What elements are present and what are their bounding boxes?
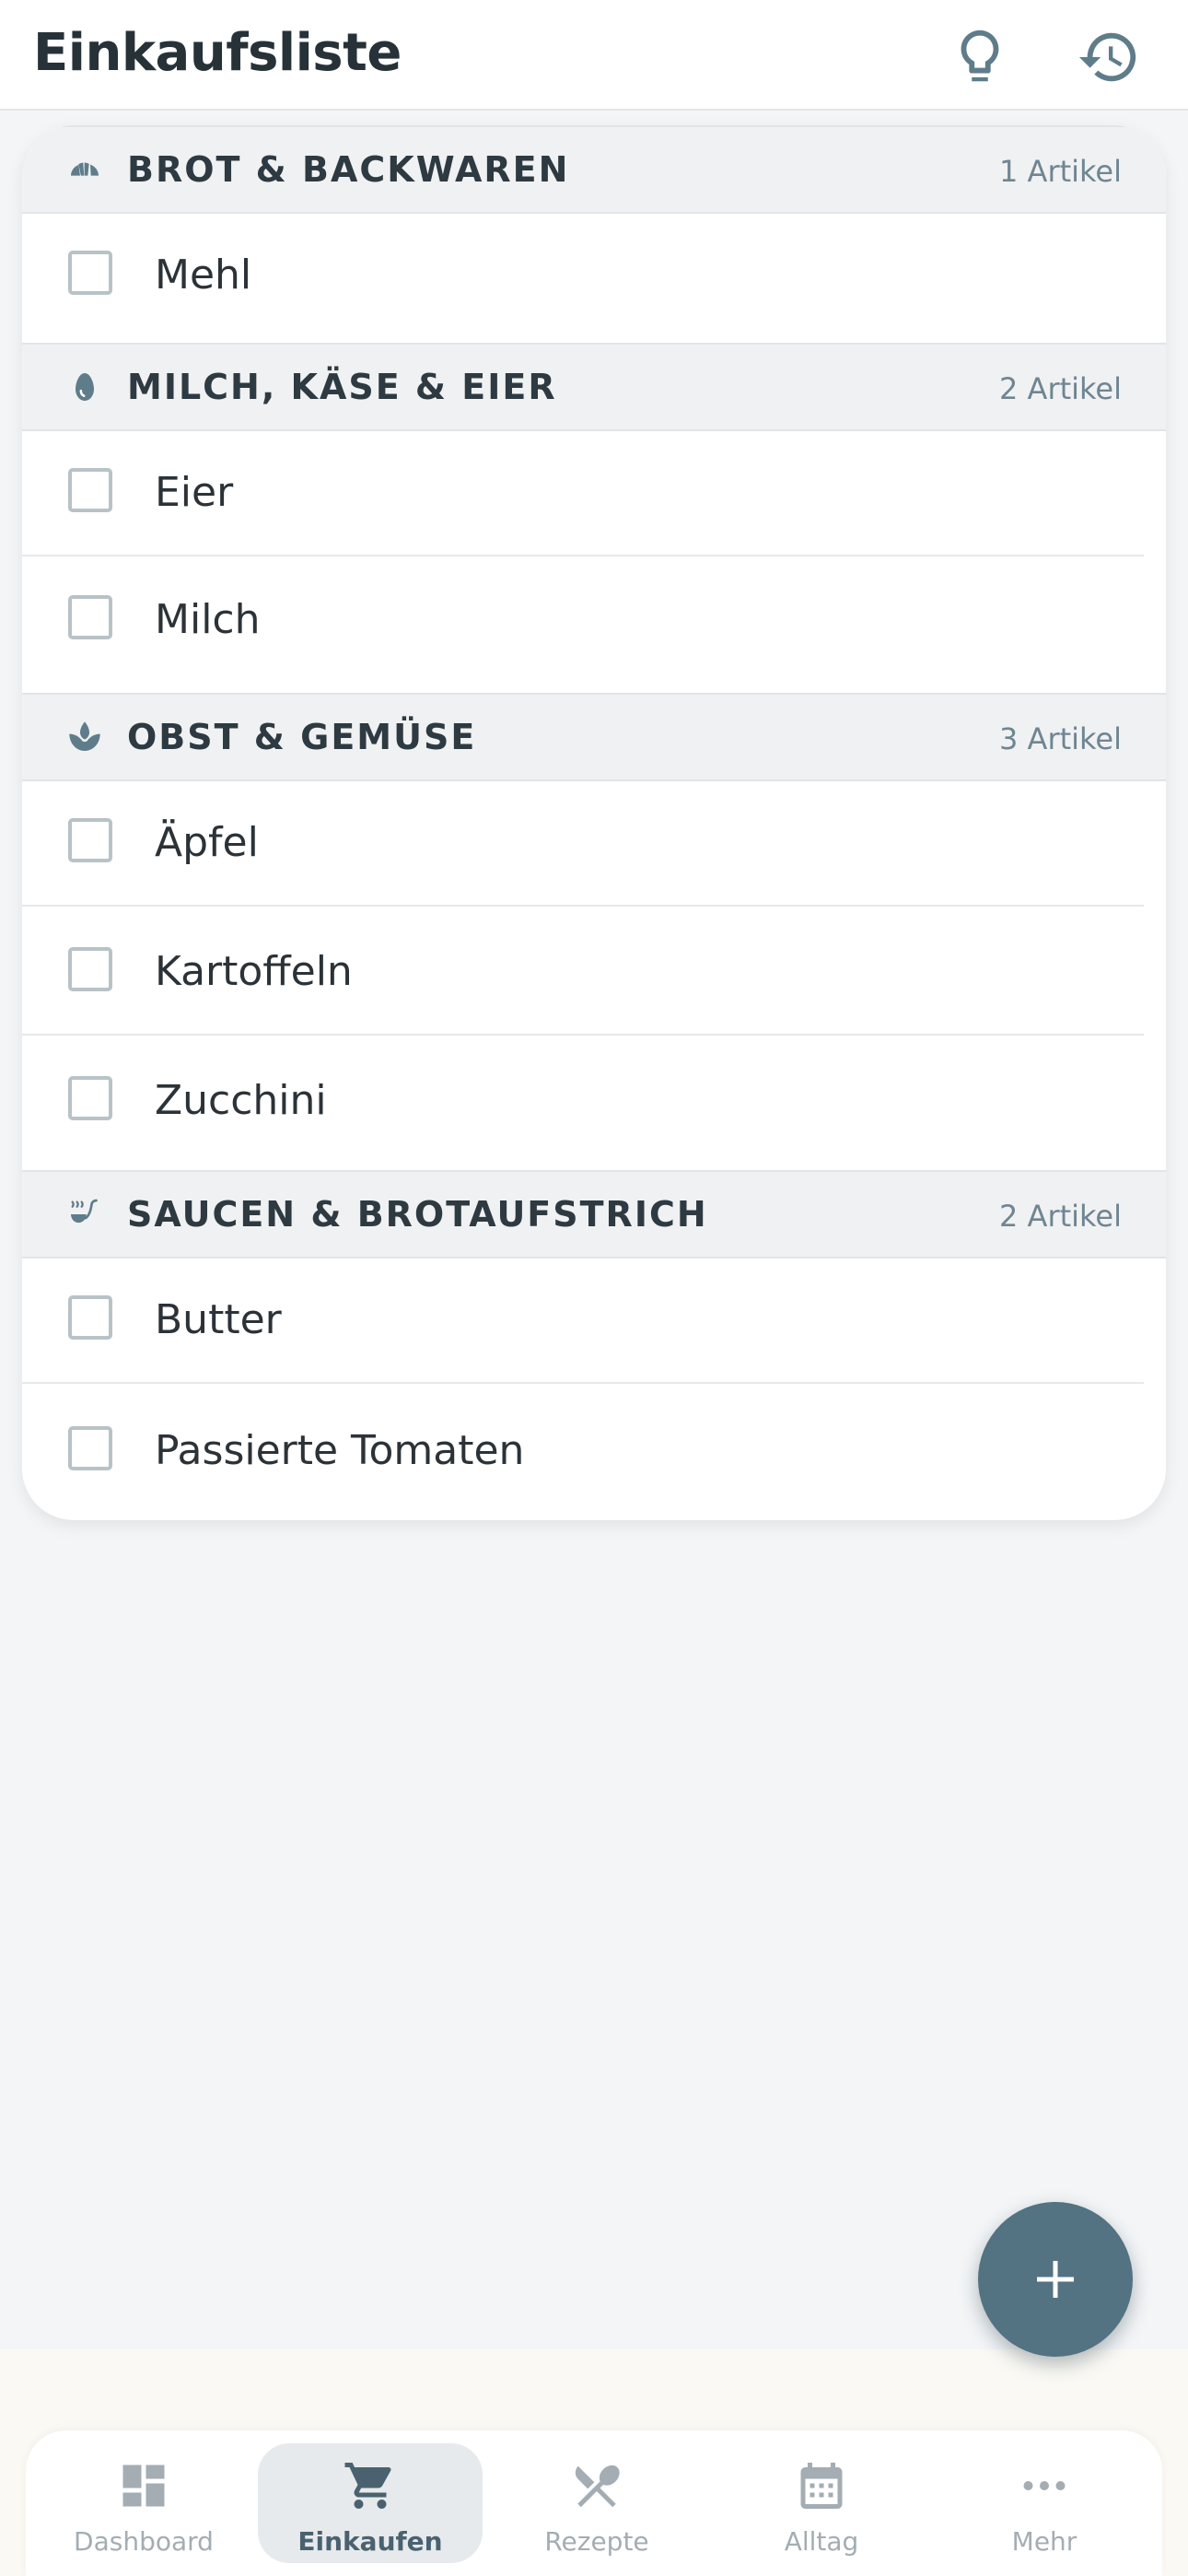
list-item[interactable]: Zucchini: [22, 1037, 1144, 1165]
page-title: Einkaufsliste: [33, 23, 402, 83]
item-checkbox[interactable]: [68, 947, 112, 991]
divider: [22, 1034, 1144, 1036]
item-label: Butter: [155, 1296, 282, 1343]
category-title: MILCH, KÄSE & EIER: [127, 367, 557, 407]
list-item[interactable]: Milch: [22, 556, 1144, 684]
category-count: 2 Artikel: [999, 371, 1122, 406]
nav-item-alltag[interactable]: Alltag: [709, 2443, 934, 2563]
history-icon: [1078, 32, 1136, 82]
list-item[interactable]: Butter: [22, 1257, 1144, 1384]
nav-label: Alltag: [784, 2526, 859, 2557]
list-item[interactable]: Kartoffeln: [22, 908, 1144, 1036]
bread-icon: [71, 162, 99, 176]
egg-icon: [76, 373, 94, 401]
plus-icon: [1037, 2261, 1074, 2298]
item-label: Eier: [155, 469, 234, 516]
nav-label: Rezepte: [544, 2526, 649, 2557]
item-checkbox[interactable]: [68, 1426, 112, 1470]
item-checkbox[interactable]: [68, 1076, 112, 1120]
category-title: BROT & BACKWAREN: [127, 149, 570, 190]
category-header-milch: MILCH, KÄSE & EIER 2 Artikel: [22, 343, 1166, 431]
category-title: SAUCEN & BROTAUFSTRICH: [127, 1194, 708, 1235]
more-icon: [1023, 2481, 1066, 2490]
nav-item-mehr[interactable]: Mehr: [932, 2443, 1157, 2563]
list-item[interactable]: Äpfel: [22, 779, 1144, 907]
list-item[interactable]: Eier: [22, 429, 1144, 556]
category-header-saucen: SAUCEN & BROTAUFSTRICH 2 Artikel: [22, 1170, 1166, 1259]
category-header-obst: OBST & GEMÜSE 3 Artikel: [22, 693, 1166, 781]
app-header: Einkaufsliste: [0, 0, 1188, 111]
nav-label: Dashboard: [74, 2526, 214, 2557]
item-label: Kartoffeln: [155, 948, 353, 995]
item-checkbox[interactable]: [68, 818, 112, 862]
divider: [22, 905, 1144, 907]
nav-item-einkaufen[interactable]: Einkaufen: [258, 2443, 483, 2563]
category-count: 2 Artikel: [999, 1199, 1122, 1234]
cart-icon: [344, 2463, 391, 2509]
item-checkbox[interactable]: [68, 251, 112, 295]
lightbulb-icon: [961, 29, 999, 82]
list-item[interactable]: Passierte Tomaten: [22, 1388, 1144, 1515]
history-button[interactable]: [1072, 20, 1146, 94]
item-checkbox[interactable]: [68, 1295, 112, 1340]
calendar-icon: [800, 2463, 843, 2509]
bottom-navigation: Dashboard Einkaufen Rezepte Alltag Mehr: [26, 2430, 1162, 2576]
item-label: Zucchini: [155, 1077, 327, 1124]
category-header-brot: BROT & BACKWAREN 1 Artikel: [22, 125, 1166, 214]
ladle-icon: [71, 1199, 98, 1224]
leaf-icon: [69, 721, 100, 751]
item-label: Milch: [155, 596, 261, 643]
list-item[interactable]: Mehl: [22, 212, 1144, 339]
nav-item-dashboard[interactable]: Dashboard: [31, 2443, 256, 2563]
shopping-list-card: BROT & BACKWAREN 1 Artikel Mehl MILCH, K…: [22, 125, 1166, 1520]
add-item-button[interactable]: [978, 2202, 1133, 2357]
nav-label: Mehr: [1011, 2526, 1077, 2557]
nav-item-rezepte[interactable]: Rezepte: [484, 2443, 709, 2563]
nav-label: Einkaufen: [297, 2526, 443, 2557]
item-label: Äpfel: [155, 819, 259, 866]
dashboard-icon: [122, 2465, 165, 2507]
divider: [22, 1382, 1144, 1384]
category-count: 3 Artikel: [999, 721, 1122, 756]
tips-button[interactable]: [943, 20, 1017, 94]
item-checkbox[interactable]: [68, 468, 112, 512]
item-checkbox[interactable]: [68, 595, 112, 639]
item-label: Mehl: [155, 252, 252, 299]
cutlery-icon: [575, 2465, 620, 2508]
item-label: Passierte Tomaten: [155, 1427, 525, 1474]
category-title: OBST & GEMÜSE: [127, 717, 477, 757]
category-count: 1 Artikel: [999, 154, 1122, 189]
